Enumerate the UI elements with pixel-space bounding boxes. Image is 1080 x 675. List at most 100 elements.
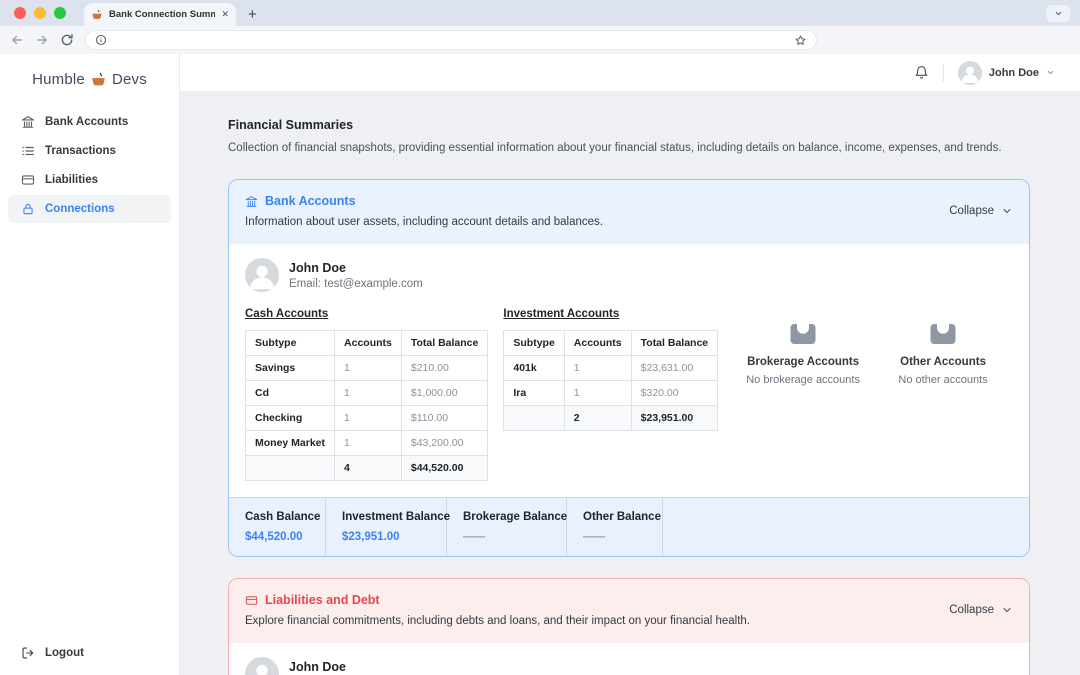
investment-accounts-heading: Investment Accounts <box>503 308 718 320</box>
browser-tab[interactable]: Bank Connection Summary | C ✕ <box>84 3 236 26</box>
cell-accounts: 1 <box>335 431 402 456</box>
user-email: Email: test@example.com <box>289 278 423 290</box>
liabilities-card-description: Explore financial commitments, including… <box>245 615 750 627</box>
chevron-down-icon <box>1001 604 1013 616</box>
bank-accounts-columns: Cash Accounts Subtype Accounts Total Bal… <box>245 303 1013 481</box>
brokerage-empty-state: Brokerage Accounts No brokerage accounts <box>733 319 873 386</box>
bank-card-title-row: Bank Accounts <box>245 194 603 208</box>
main-content: Financial Summaries Collection of financ… <box>180 92 1080 675</box>
user-menu[interactable]: John Doe <box>958 61 1055 85</box>
col-accounts: Accounts <box>335 331 402 356</box>
sidebar-menu: Bank Accounts Transactions Liabilities C… <box>0 104 179 227</box>
brokerage-empty-title: Brokerage Accounts <box>747 356 859 368</box>
liabilities-card-title: Liabilities and Debt <box>265 593 380 607</box>
close-window-button[interactable] <box>14 7 26 19</box>
cell-accounts: 1 <box>564 356 631 381</box>
cell-accounts: 1 <box>335 406 402 431</box>
tab-title: Bank Connection Summary | C <box>109 9 215 20</box>
bank-collapse-button[interactable]: Collapse <box>949 205 1013 217</box>
cell-subtype: Ira <box>504 381 564 406</box>
app-logo: Humble Devs <box>0 54 179 104</box>
sidebar-item-label: Bank Accounts <box>45 116 128 128</box>
liabilities-card-header: Liabilities and Debt Explore financial c… <box>229 579 1029 643</box>
liabilities-card: Liabilities and Debt Explore financial c… <box>228 578 1030 675</box>
investment-accounts-column: Investment Accounts Subtype Accounts Tot… <box>503 303 718 431</box>
cell-subtype: 401k <box>504 356 564 381</box>
address-bar[interactable] <box>85 30 817 50</box>
table-row: Savings 1 $210.00 <box>246 356 488 381</box>
summary-other-balance: Other Balance —— <box>567 498 663 556</box>
liabilities-user-row: John Doe Email: test@example.com <box>245 657 1013 675</box>
cell-balance: $320.00 <box>631 381 718 406</box>
favicon-basket-icon <box>91 9 103 21</box>
table-row: Money Market 1 $43,200.00 <box>246 431 488 456</box>
cell-accounts: 1 <box>564 381 631 406</box>
summary-brokerage-balance: Brokerage Balance —— <box>447 498 567 556</box>
cell-subtype: Money Market <box>246 431 335 456</box>
cell-balance: $43,200.00 <box>401 431 488 456</box>
user-name: John Doe <box>289 660 423 674</box>
table-row: 401k 1 $23,631.00 <box>504 356 718 381</box>
liabilities-collapse-button[interactable]: Collapse <box>949 604 1013 616</box>
bank-accounts-card: Bank Accounts Information about user ass… <box>228 179 1030 557</box>
bank-card-header-text: Bank Accounts Information about user ass… <box>245 194 603 228</box>
maximize-window-button[interactable] <box>54 7 66 19</box>
reload-icon[interactable] <box>60 33 74 47</box>
other-empty-state: Other Accounts No other accounts <box>873 319 1013 386</box>
close-tab-icon[interactable]: ✕ <box>221 9 229 20</box>
back-icon[interactable] <box>10 33 24 47</box>
window-controls <box>0 7 80 26</box>
sidebar-item-liabilities[interactable]: Liabilities <box>8 166 171 194</box>
sidebar-item-label: Connections <box>45 203 115 215</box>
logo-text-left: Humble <box>32 71 85 88</box>
cell-balance: $210.00 <box>401 356 488 381</box>
chevron-down-icon <box>1046 68 1055 77</box>
user-name: John Doe <box>289 261 423 275</box>
avatar <box>245 657 279 675</box>
tab-search-chevron-icon[interactable] <box>1046 5 1070 22</box>
page-title: Financial Summaries <box>228 118 1030 132</box>
table-row: Checking 1 $110.00 <box>246 406 488 431</box>
cell-balance: $1,000.00 <box>401 381 488 406</box>
bank-card-title: Bank Accounts <box>265 194 356 208</box>
star-icon[interactable] <box>794 34 807 47</box>
info-icon[interactable] <box>95 34 107 46</box>
summary-label: Investment Balance <box>342 511 430 523</box>
liabilities-card-body: John Doe Email: test@example.com Credit … <box>229 643 1029 675</box>
sidebar-item-connections[interactable]: Connections <box>8 195 171 223</box>
credit-card-icon <box>245 594 258 607</box>
header-divider <box>943 64 944 82</box>
sidebar-item-transactions[interactable]: Transactions <box>8 137 171 165</box>
table-row: Cd 1 $1,000.00 <box>246 381 488 406</box>
cell-accounts: 1 <box>335 381 402 406</box>
app-header: John Doe <box>180 54 1080 92</box>
browser-toolbar <box>0 26 1080 54</box>
page-description: Collection of financial snapshots, provi… <box>228 142 1030 154</box>
table-header-row: Subtype Accounts Total Balance <box>246 331 488 356</box>
chevron-down-icon <box>1001 205 1013 217</box>
other-empty-message: No other accounts <box>898 374 987 386</box>
brokerage-empty-message: No brokerage accounts <box>746 374 860 386</box>
liabilities-card-header-text: Liabilities and Debt Explore financial c… <box>245 593 750 627</box>
cell-empty <box>504 406 564 431</box>
col-subtype: Subtype <box>246 331 335 356</box>
cell-subtype: Checking <box>246 406 335 431</box>
summary-cash-balance: Cash Balance $44,520.00 <box>229 498 326 556</box>
bell-icon[interactable] <box>914 65 929 80</box>
forward-icon[interactable] <box>35 33 49 47</box>
minimize-window-button[interactable] <box>34 7 46 19</box>
cash-accounts-heading: Cash Accounts <box>245 308 488 320</box>
new-tab-button[interactable]: + <box>248 7 257 22</box>
basket-logo-icon <box>90 71 107 88</box>
logout-button[interactable]: Logout <box>0 631 179 675</box>
avatar <box>245 258 279 292</box>
cell-total-balance: $23,951.00 <box>631 406 718 431</box>
summary-value-dash: —— <box>463 531 550 543</box>
cell-total-accounts: 2 <box>564 406 631 431</box>
sidebar-item-label: Liabilities <box>45 174 98 186</box>
col-total-balance: Total Balance <box>631 331 718 356</box>
summary-label: Cash Balance <box>245 511 309 523</box>
summary-label: Brokerage Balance <box>463 511 550 523</box>
summary-investment-balance: Investment Balance $23,951.00 <box>326 498 447 556</box>
sidebar-item-bank-accounts[interactable]: Bank Accounts <box>8 108 171 136</box>
